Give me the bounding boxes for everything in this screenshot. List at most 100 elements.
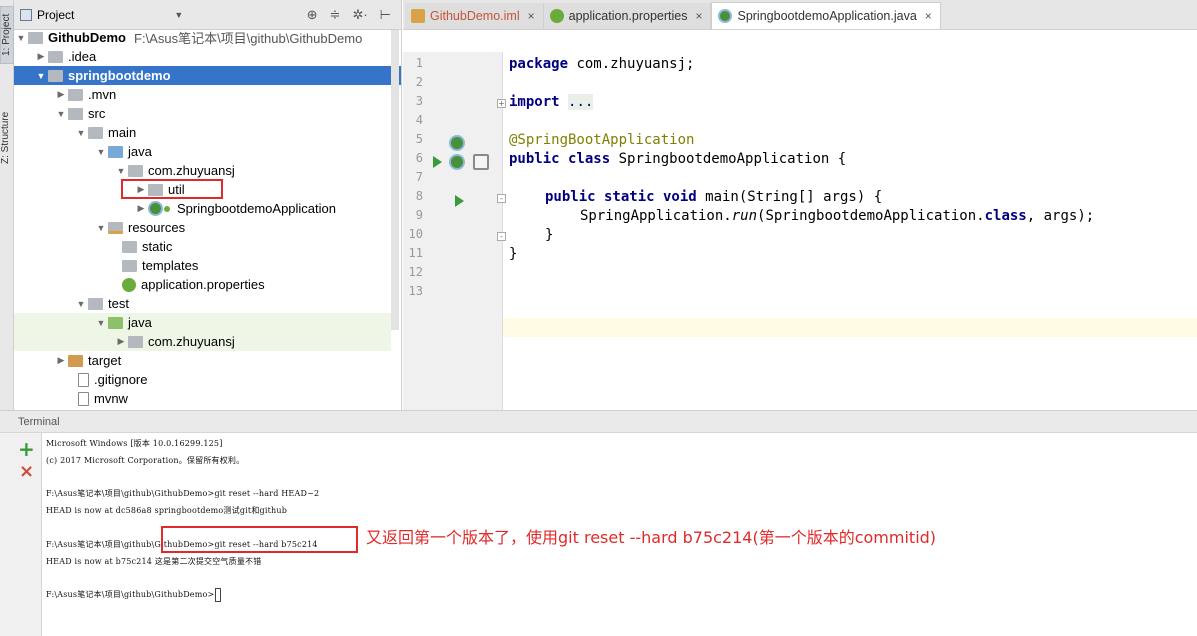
terminal-title[interactable]: Terminal: [0, 411, 1197, 433]
terminal-line: (c) 2017 Microsoft Corporation。保留所有权利。: [46, 456, 245, 465]
spring-bean-icon[interactable]: [449, 135, 465, 151]
code-line-12: }: [509, 246, 518, 262]
run-icon[interactable]: [455, 195, 464, 207]
tree-row-test-java[interactable]: ▼ java: [14, 313, 391, 332]
collapse-all-icon[interactable]: ≑: [330, 7, 341, 23]
tree-row-application-properties[interactable]: application.properties: [14, 275, 391, 294]
tree-row-resources[interactable]: ▼ resources: [14, 218, 391, 237]
expand-arrow-icon[interactable]: ▼: [14, 33, 28, 43]
new-session-icon[interactable]: +: [18, 437, 35, 461]
tree-row-main[interactable]: ▼ main: [14, 123, 391, 142]
test-source-folder-icon: [108, 316, 123, 329]
tree-row-application-class[interactable]: ▶ SpringbootdemoApplication: [14, 199, 391, 218]
gear-icon[interactable]: ✲·: [352, 7, 367, 23]
expand-arrow-icon[interactable]: ▼: [94, 147, 108, 157]
line-number: 2: [415, 75, 423, 89]
close-icon[interactable]: ×: [528, 9, 535, 23]
line-number: 9: [415, 208, 423, 222]
folded-imports[interactable]: ...: [568, 94, 594, 110]
tree-row-test-package[interactable]: ▶ com.zhuyuansj: [14, 332, 391, 351]
tree-label: .idea: [68, 49, 97, 64]
expand-arrow-icon[interactable]: ▼: [34, 71, 48, 81]
tree-label: com.zhuyuansj: [148, 163, 235, 178]
tree-label: java: [128, 315, 152, 330]
chevron-down-icon[interactable]: ▼: [174, 10, 183, 20]
expand-arrow-icon[interactable]: ▶: [114, 336, 128, 347]
code-area[interactable]: package com.zhuyuansj; import ... @Sprin…: [503, 52, 1197, 410]
tree-label: .gitignore: [94, 372, 148, 387]
close-icon[interactable]: ×: [695, 9, 702, 23]
tab-application-properties[interactable]: application.properties ×: [543, 3, 712, 29]
tree-row-githubdemo[interactable]: ▼ GithubDemo F:\Asus笔记本\项目\github\Github…: [14, 30, 391, 47]
spring-bean-icon[interactable]: [449, 154, 465, 170]
project-view-icon: [20, 8, 32, 21]
source-folder-icon: [108, 145, 123, 158]
tree-label: test: [108, 296, 129, 311]
expand-arrow-icon[interactable]: ▶: [54, 355, 68, 366]
folder-icon: [122, 240, 137, 253]
run-icon[interactable]: [433, 156, 442, 168]
tree-row-static[interactable]: static: [14, 237, 391, 256]
tree-row-idea[interactable]: ▶ .idea: [14, 47, 391, 66]
expand-arrow-icon[interactable]: ▼: [94, 318, 108, 328]
tree-row-package[interactable]: ▼ com.zhuyuansj: [14, 161, 391, 180]
code-token: package: [509, 56, 569, 72]
project-tree: ▼ GithubDemo F:\Asus笔记本\项目\github\Github…: [14, 30, 401, 410]
expand-arrow-icon[interactable]: ▼: [74, 299, 88, 309]
line-number: 8: [415, 189, 423, 203]
package-icon: [128, 335, 143, 348]
code-line-9: public static void main(String[] args) {: [545, 188, 882, 207]
tree-row-target[interactable]: ▶ target: [14, 351, 391, 370]
close-session-icon[interactable]: ×: [19, 461, 34, 482]
tree-row-springbootdemo[interactable]: ▼ springbootdemo: [14, 66, 401, 85]
resources-folder-icon: [108, 221, 123, 234]
project-panel-tools: ⊕ ≑ ✲· ⊢: [307, 7, 391, 23]
line-number: 6: [415, 151, 423, 165]
expand-arrow-icon[interactable]: ▶: [34, 51, 48, 62]
terminal-prompt-line[interactable]: F:\Asus笔记本\项目\github\GithubDemo>: [46, 588, 222, 602]
tree-scrollbar[interactable]: [391, 30, 399, 330]
expand-arrow-icon[interactable]: ▶: [134, 203, 148, 214]
tree-label: mvnw: [94, 391, 128, 406]
expand-arrow-icon[interactable]: ▼: [94, 223, 108, 233]
tab-label: application.properties: [568, 9, 688, 23]
tree-label: templates: [142, 258, 199, 273]
tree-label: .mvn: [88, 87, 117, 102]
structure-tool-tab[interactable]: Z: Structure: [0, 100, 14, 176]
excluded-folder-icon: [68, 354, 83, 367]
line-number: 13: [408, 284, 423, 298]
tab-springbootdemoapplication-java[interactable]: SpringbootdemoApplication.java ×: [711, 2, 941, 29]
terminal-line: F:\Asus笔记本\项目\github\GithubDemo>git rese…: [46, 489, 320, 498]
project-tool-tab[interactable]: 1: Project: [0, 6, 14, 64]
project-panel-title[interactable]: Project: [37, 8, 74, 22]
terminal-line: HEAD is now at dc586a8 springbootdemo测试g…: [46, 506, 288, 515]
expand-arrow-icon[interactable]: ▼: [74, 128, 88, 138]
annotation-prefix: 又返回第一个版本了，使用: [366, 528, 559, 547]
line-number: 12: [408, 265, 423, 279]
expand-arrow-icon[interactable]: ▼: [54, 109, 68, 119]
expand-arrow-icon[interactable]: ▼: [114, 166, 128, 176]
code-line-7: public class SpringbootdemoApplication {: [509, 150, 846, 169]
tree-label: application.properties: [141, 277, 265, 292]
tree-row-mvnw[interactable]: mvnw: [14, 389, 391, 408]
tree-row-test[interactable]: ▼ test: [14, 294, 391, 313]
tab-githubdemo-iml[interactable]: GithubDemo.iml ×: [405, 3, 544, 29]
tree-row-src[interactable]: ▼ src: [14, 104, 391, 123]
editor-gutter: 1 2 3 4 5 6 7 8 9 10 11 12 13 + - -: [403, 52, 506, 410]
file-icon: [78, 391, 89, 406]
reset-command-highlight-box: [161, 526, 358, 553]
locate-icon[interactable]: ⊕: [307, 7, 318, 23]
tree-label: src: [88, 106, 106, 121]
terminal-line: HEAD is now at b75c214 这是第二次提交空气质量不错: [46, 557, 262, 566]
expand-arrow-icon[interactable]: ▶: [54, 89, 68, 100]
tree-row-mvn[interactable]: ▶ .mvn: [14, 85, 391, 104]
tree-row-gitignore[interactable]: .gitignore: [14, 370, 391, 389]
close-icon[interactable]: ×: [925, 9, 932, 23]
hide-panel-icon[interactable]: ⊢: [380, 7, 391, 23]
terminal-toolbar: + ×: [0, 433, 42, 636]
spring-context-icon[interactable]: [473, 154, 489, 170]
terminal-cursor: [215, 588, 222, 602]
tree-label: java: [128, 144, 152, 159]
tree-row-templates[interactable]: templates: [14, 256, 391, 275]
tree-row-java[interactable]: ▼ java: [14, 142, 391, 161]
